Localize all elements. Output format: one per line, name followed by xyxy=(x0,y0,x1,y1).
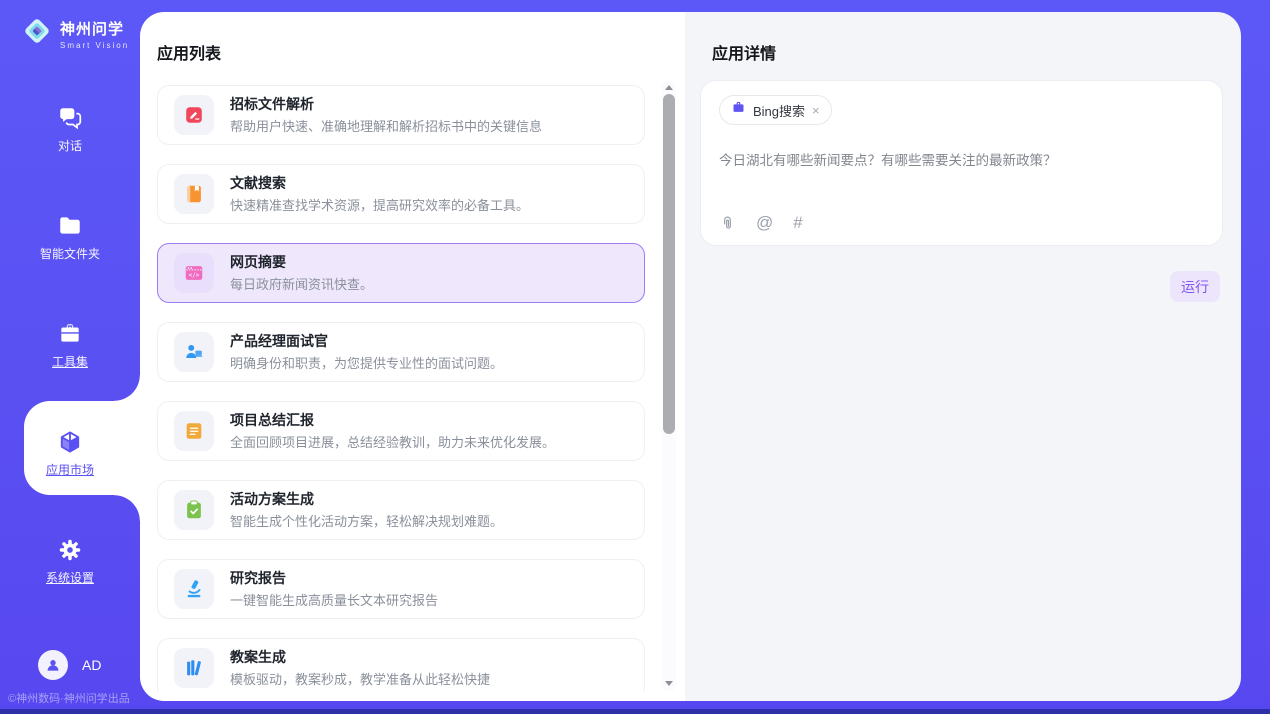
tool-chip-bing-search[interactable]: Bing搜索 × xyxy=(719,95,832,125)
app-card-description: 每日政府新闻资讯快查。 xyxy=(230,274,373,293)
sidebar-item-label: 系统设置 xyxy=(46,569,94,586)
app-card-title: 研究报告 xyxy=(230,569,438,588)
app-card-description: 快速精准查找学术资源，提高研究效率的必备工具。 xyxy=(230,195,529,214)
briefcase-icon xyxy=(731,100,746,120)
sidebar-item-label: 智能文件夹 xyxy=(40,245,100,262)
sidebar-item-label: 工具集 xyxy=(52,353,88,370)
clipboard-check-icon xyxy=(183,499,205,521)
copyright-footer: ©神州数码·神州问学出品 xyxy=(8,690,140,706)
composer-toolbar: @ # xyxy=(719,213,803,233)
app-card-description: 帮助用户快速、准确地理解和解析招标书中的关键信息 xyxy=(230,116,542,135)
app-card-description: 智能生成个性化活动方案，轻松解决规划难题。 xyxy=(230,511,503,530)
scroll-up-icon[interactable] xyxy=(665,85,673,90)
memo-icon xyxy=(183,420,205,442)
at-icon[interactable]: @ xyxy=(756,213,773,233)
scrollbar-thumb[interactable] xyxy=(663,94,675,434)
document-edit-icon xyxy=(183,104,205,126)
app-card-text: 项目总结汇报 全面回顾项目进展，总结经验教训，助力未来优化发展。 xyxy=(230,411,555,452)
sidebar-nav: 对话 智能文件夹 工具集 应用市场 系统设置 xyxy=(0,104,140,644)
brand-logo: 神州问学 Smart Vision xyxy=(22,16,129,51)
app-card-webpage-summary[interactable]: </> 网页摘要 每日政府新闻资讯快查。 xyxy=(157,243,645,303)
brand-subtitle: Smart Vision xyxy=(60,41,129,50)
app-card-text: 招标文件解析 帮助用户快速、准确地理解和解析招标书中的关键信息 xyxy=(230,95,542,136)
app-card-description: 明确身份和职责，为您提供专业性的面试问题。 xyxy=(230,353,503,372)
app-card-title: 教案生成 xyxy=(230,648,490,667)
prompt-composer[interactable]: Bing搜索 × 今日湖北有哪些新闻要点？有哪些需要关注的最新政策？ @ # xyxy=(700,80,1223,246)
app-card-event-plan[interactable]: 活动方案生成 智能生成个性化活动方案，轻松解决规划难题。 xyxy=(157,480,645,540)
bottom-accent-bar xyxy=(0,709,1270,714)
app-card-title: 网页摘要 xyxy=(230,253,373,272)
app-card-bid-doc-parse[interactable]: 招标文件解析 帮助用户快速、准确地理解和解析招标书中的关键信息 xyxy=(157,85,645,145)
sidebar: 神州问学 Smart Vision 对话 智能文件夹 工具集 应用市场 系统设置 xyxy=(0,0,140,714)
diamond-logo-icon xyxy=(22,16,52,51)
app-card-title: 活动方案生成 xyxy=(230,490,503,509)
books-icon xyxy=(183,657,205,679)
app-card-text: 网页摘要 每日政府新闻资讯快查。 xyxy=(230,253,373,294)
app-card-text: 研究报告 一键智能生成高质量长文本研究报告 xyxy=(230,569,438,610)
cube-icon xyxy=(57,428,83,456)
app-card-pm-interviewer[interactable]: 产品经理面试官 明确身份和职责，为您提供专业性的面试问题。 xyxy=(157,322,645,382)
app-icon-container xyxy=(174,411,214,451)
app-list-title: 应用列表 xyxy=(157,40,221,64)
paperclip-icon[interactable] xyxy=(719,215,736,232)
list-scrollbar[interactable] xyxy=(662,80,676,691)
app-card-research-report[interactable]: 研究报告 一键智能生成高质量长文本研究报告 xyxy=(157,559,645,619)
gear-icon xyxy=(57,536,83,564)
scroll-down-icon[interactable] xyxy=(665,681,673,686)
app-card-title: 产品经理面试官 xyxy=(230,332,503,351)
sidebar-item-label: 对话 xyxy=(58,137,82,154)
app-icon-container xyxy=(174,569,214,609)
sidebar-item-app-market[interactable]: 应用市场 xyxy=(0,428,140,484)
app-card-description: 一键智能生成高质量长文本研究报告 xyxy=(230,590,438,609)
microscope-icon xyxy=(183,578,205,600)
app-icon-container xyxy=(174,95,214,135)
main-content: 应用列表 招标文件解析 帮助用户快速、准确地理解和解析招标书中的关键信息 文献搜… xyxy=(140,12,1241,701)
app-card-description: 模板驱动，教案秒成，教学准备从此轻松快捷 xyxy=(230,669,490,688)
run-button[interactable]: 运行 xyxy=(1170,271,1220,302)
folder-icon xyxy=(57,212,83,240)
app-card-literature-search[interactable]: 文献搜索 快速精准查找学术资源，提高研究效率的必备工具。 xyxy=(157,164,645,224)
app-icon-container xyxy=(174,648,214,688)
app-card-lesson-plan[interactable]: 教案生成 模板驱动，教案秒成，教学准备从此轻松快捷 xyxy=(157,638,645,691)
query-text[interactable]: 今日湖北有哪些新闻要点？有哪些需要关注的最新政策？ xyxy=(719,149,1204,169)
user-avatar-icon xyxy=(38,650,68,680)
book-icon xyxy=(183,183,205,205)
app-icon-container xyxy=(174,332,214,372)
app-icon-container xyxy=(174,174,214,214)
app-card-text: 产品经理面试官 明确身份和职责，为您提供专业性的面试问题。 xyxy=(230,332,503,373)
interviewer-icon xyxy=(183,341,205,363)
tool-chip-label: Bing搜索 xyxy=(753,101,805,120)
sidebar-item-toolset[interactable]: 工具集 xyxy=(0,320,140,376)
app-icon-container xyxy=(174,490,214,530)
app-card-description: 全面回顾项目进展，总结经验教训，助力未来优化发展。 xyxy=(230,432,555,451)
app-card-text: 文献搜索 快速精准查找学术资源，提高研究效率的必备工具。 xyxy=(230,174,529,215)
chip-close-icon[interactable]: × xyxy=(812,104,820,117)
sidebar-item-label: 应用市场 xyxy=(46,461,94,478)
app-card-project-summary[interactable]: 项目总结汇报 全面回顾项目进展，总结经验教训，助力未来优化发展。 xyxy=(157,401,645,461)
app-list: 招标文件解析 帮助用户快速、准确地理解和解析招标书中的关键信息 文献搜索 快速精… xyxy=(157,85,645,691)
app-card-text: 活动方案生成 智能生成个性化活动方案，轻松解决规划难题。 xyxy=(230,490,503,531)
hash-icon[interactable]: # xyxy=(793,213,802,233)
brand-name: 神州问学 xyxy=(60,18,129,39)
user-row[interactable]: AD xyxy=(38,650,101,680)
webpage-code-icon: </> xyxy=(183,262,205,284)
app-detail-panel: 应用详情 Bing搜索 × 今日湖北有哪些新闻要点？有哪些需要关注的最新政策？ … xyxy=(685,12,1241,701)
svg-text:</>: </> xyxy=(189,272,200,279)
app-card-text: 教案生成 模板驱动，教案秒成，教学准备从此轻松快捷 xyxy=(230,648,490,689)
sidebar-item-smart-folder[interactable]: 智能文件夹 xyxy=(0,212,140,268)
toolbox-icon xyxy=(57,320,83,348)
app-list-panel: 应用列表 招标文件解析 帮助用户快速、准确地理解和解析招标书中的关键信息 文献搜… xyxy=(140,12,685,701)
app-icon-container: </> xyxy=(174,253,214,293)
app-detail-title: 应用详情 xyxy=(712,40,776,64)
sidebar-item-system-settings[interactable]: 系统设置 xyxy=(0,536,140,592)
chat-icon xyxy=(57,104,83,132)
app-card-title: 文献搜索 xyxy=(230,174,529,193)
app-card-title: 招标文件解析 xyxy=(230,95,542,114)
user-initials: AD xyxy=(82,657,101,673)
app-card-title: 项目总结汇报 xyxy=(230,411,555,430)
sidebar-item-chat[interactable]: 对话 xyxy=(0,104,140,160)
